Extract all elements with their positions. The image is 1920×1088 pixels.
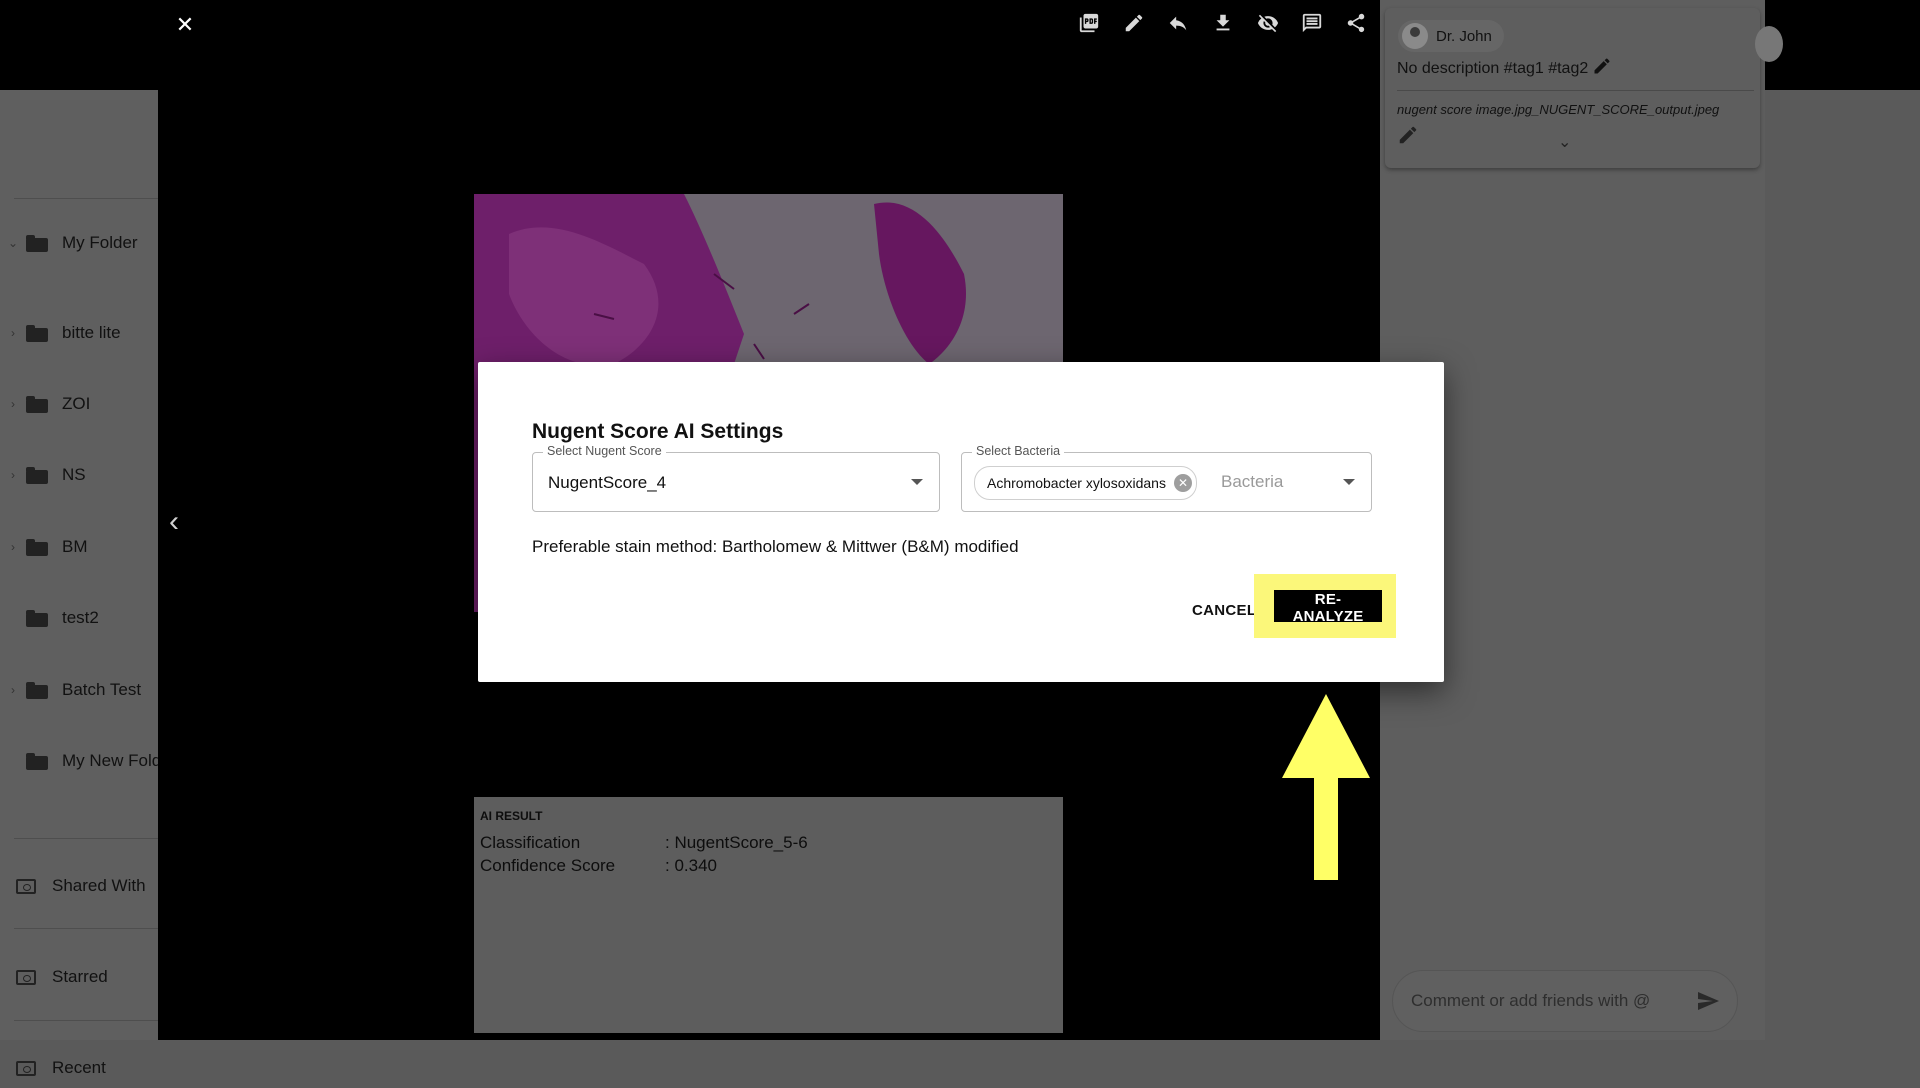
dropdown-arrow-icon: [1343, 479, 1355, 485]
sidebar-item-my-folder[interactable]: ⌄ My Folder: [0, 223, 160, 263]
pencil-icon[interactable]: [1588, 56, 1612, 81]
pencil-icon[interactable]: [1119, 10, 1149, 36]
ai-result-title: AI RESULT: [480, 809, 543, 823]
sidebar-item-starred[interactable]: Starred: [0, 957, 160, 997]
folder-icon: [26, 467, 48, 484]
chevron-right-icon: ›: [11, 468, 15, 482]
sidebar-item-label: Starred: [52, 967, 108, 986]
sidebar-item-label: test2: [62, 608, 99, 627]
divider: [14, 1020, 160, 1021]
result-value: : NugentScore_5-6: [665, 833, 808, 852]
sidebar-item-label: BM: [62, 537, 88, 556]
sidebar-item-label: NS: [62, 465, 86, 484]
sidebar-item-label: Recent: [52, 1058, 106, 1077]
sidebar-item-batch-test[interactable]: › Batch Test: [0, 670, 160, 710]
nugent-score-select[interactable]: Select Nugent Score NugentScore_4: [532, 444, 940, 512]
reanalyze-button[interactable]: RE-ANALYZE: [1274, 590, 1382, 625]
sidebar-item-label: My Folder: [62, 233, 138, 252]
sidebar-item-label: Shared With Me: [52, 876, 148, 895]
description-text: No description #tag1 #tag2: [1397, 59, 1589, 77]
sidebar-item-bitte-lite[interactable]: › bitte lite: [0, 313, 160, 353]
description: No description #tag1 #tag2: [1397, 56, 1612, 81]
annotation-arrow: [1282, 694, 1370, 880]
selected-value: NugentScore_4: [548, 473, 667, 492]
result-key: Classification: [480, 833, 581, 852]
pencil-icon[interactable]: [1397, 124, 1421, 148]
send-icon[interactable]: [1693, 986, 1723, 1016]
sidebar-item-zoi[interactable]: › ZOI: [0, 384, 160, 424]
sidebar-item-ns[interactable]: › NS: [0, 455, 160, 495]
result-key: Confidence Score: [480, 856, 616, 875]
sidebar-item-bm[interactable]: › BM: [0, 527, 160, 567]
folder-icon: [26, 610, 48, 627]
sidebar-item-test2[interactable]: test2: [0, 598, 160, 638]
folder-recent-icon: [16, 1060, 36, 1076]
download-icon[interactable]: [1208, 10, 1238, 36]
ai-result-panel: AI RESULT Classification : NugentScore_5-…: [474, 797, 1063, 1033]
folder-icon: [26, 396, 48, 413]
chevron-right-icon: ›: [11, 326, 15, 340]
pdf-icon[interactable]: [1074, 10, 1104, 36]
filename: nugent score image.jpg_NUGENT_SCORE_outp…: [1397, 102, 1720, 117]
folder-shared-icon: [16, 878, 36, 894]
folder-shared-icon: [26, 235, 48, 252]
user-chip[interactable]: Dr. John: [1398, 20, 1504, 52]
sidebar-item-label: Batch Test: [62, 680, 142, 699]
bacteria-chip[interactable]: Achromobacter xylosoxidans ✕: [974, 466, 1197, 500]
avatar: [1402, 23, 1428, 49]
visibility-off-icon[interactable]: [1253, 10, 1283, 36]
divider: [14, 928, 160, 929]
divider: [1397, 90, 1754, 91]
dropdown-arrow-icon: [911, 479, 923, 485]
comment-box: [1392, 970, 1738, 1032]
divider: [14, 198, 160, 199]
divider: [14, 838, 160, 839]
comment-icon[interactable]: [1297, 10, 1327, 36]
chevron-down-icon: ⌄: [7, 236, 19, 250]
chip-label: Achromobacter xylosoxidans: [987, 475, 1166, 491]
result-value: : 0.340: [665, 856, 717, 875]
close-icon[interactable]: ✕: [170, 10, 200, 40]
sidebar-item-recent[interactable]: Recent: [0, 1048, 160, 1088]
avatar[interactable]: [1755, 26, 1783, 62]
folder-icon: [26, 753, 48, 770]
field-label: Select Bacteria: [972, 444, 1065, 458]
chevron-left-icon[interactable]: ‹: [162, 505, 186, 538]
sidebar-item-shared-with-me[interactable]: Shared With Me: [0, 866, 160, 906]
sidebar-item-label: bitte lite: [62, 323, 121, 342]
folder-star-icon: [16, 969, 36, 985]
comment-input[interactable]: [1409, 990, 1693, 1012]
cancel-chip-icon[interactable]: ✕: [1173, 474, 1192, 492]
user-name: Dr. John: [1436, 27, 1492, 45]
share-icon[interactable]: [1341, 10, 1371, 36]
bacteria-select[interactable]: Select Bacteria Achromobacter xylosoxida…: [961, 444, 1372, 512]
sidebar-item-label: My New Folder: [62, 751, 158, 770]
reply-icon[interactable]: [1163, 10, 1193, 36]
chevron-down-icon[interactable]: ⌄: [1558, 132, 1578, 152]
folder-icon: [26, 682, 48, 699]
chevron-right-icon: ›: [11, 397, 15, 411]
folder-icon: [26, 539, 48, 556]
chevron-right-icon: ›: [11, 540, 15, 554]
folder-icon: [26, 325, 48, 342]
chevron-right-icon: ›: [11, 683, 15, 697]
field-label: Select Nugent Score: [543, 444, 666, 458]
classification-row: Classification : NugentScore_5-6: [480, 833, 808, 853]
sidebar: ⌄ My Folder › bitte lite › ZOI › NS › BM…: [0, 90, 160, 1077]
bacteria-input[interactable]: [1221, 472, 1331, 492]
confidence-row: Confidence Score : 0.340: [480, 856, 717, 876]
sidebar-item-my-new-folder[interactable]: My New Folder: [0, 741, 160, 781]
stain-method-text: Preferable stain method: Bartholomew & M…: [532, 537, 1019, 556]
nugent-settings-dialog: Nugent Score AI Settings Select Nugent S…: [478, 362, 1444, 682]
dialog-title: Nugent Score AI Settings: [532, 420, 784, 443]
cancel-button[interactable]: CANCEL: [1192, 594, 1256, 626]
sidebar-item-label: ZOI: [62, 394, 91, 413]
